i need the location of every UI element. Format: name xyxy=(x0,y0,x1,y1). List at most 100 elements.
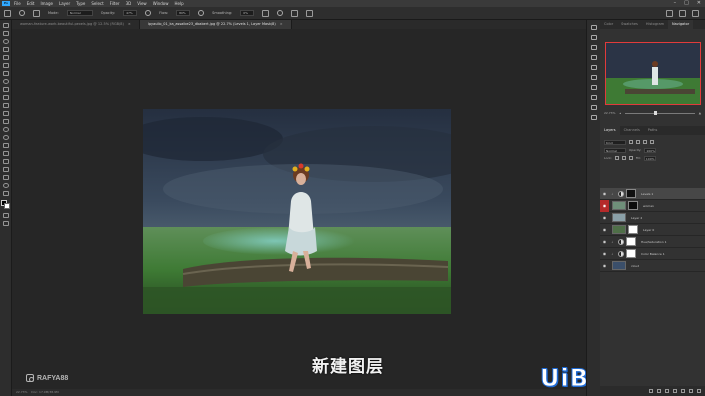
layer-mask-thumb[interactable] xyxy=(628,225,638,234)
layer-name[interactable]: Layer 2 xyxy=(631,216,642,220)
layer-thumb[interactable] xyxy=(612,213,626,222)
layer-mask-thumb[interactable] xyxy=(626,249,636,258)
link-layers-icon[interactable] xyxy=(649,389,653,393)
minimize-icon[interactable]: – xyxy=(674,0,677,6)
zoom-tool-icon[interactable] xyxy=(2,183,9,188)
menu-window[interactable]: Window xyxy=(153,1,169,6)
tab-paths[interactable]: Paths xyxy=(644,126,662,135)
visibility-eye-icon[interactable]: ◉ xyxy=(600,215,609,220)
kind-filter[interactable]: Kind xyxy=(604,139,626,145)
close-tab-icon[interactable]: × xyxy=(280,22,283,26)
airbrush-icon[interactable] xyxy=(198,10,205,16)
quick-select-tool-icon[interactable] xyxy=(2,47,9,52)
lasso-tool-icon[interactable] xyxy=(2,39,9,44)
shape-tool-icon[interactable] xyxy=(2,167,9,172)
visibility-eye-icon[interactable]: ◉ xyxy=(600,239,609,244)
zoom-slider-knob[interactable] xyxy=(654,110,658,115)
menu-file[interactable]: File xyxy=(14,1,21,6)
mode-select[interactable]: Normal xyxy=(66,10,93,16)
layer-mask-thumb[interactable] xyxy=(626,189,636,198)
layer-name[interactable]: Layer 0 xyxy=(643,228,654,232)
layer-name[interactable]: Hue/Saturation 1 xyxy=(641,240,667,244)
add-mask-icon[interactable] xyxy=(665,389,669,393)
menu-type[interactable]: Type xyxy=(76,1,85,6)
layer-thumb[interactable] xyxy=(612,261,626,270)
history-brush-icon[interactable] xyxy=(2,103,9,108)
history-icon[interactable] xyxy=(590,25,597,30)
menu-view[interactable]: View xyxy=(137,1,147,6)
zoom-out-icon[interactable]: ▴ xyxy=(619,111,621,115)
layer-row[interactable]: ◉ ↓ Hue/Saturation 1 xyxy=(600,236,705,248)
blur-tool-icon[interactable] xyxy=(2,127,9,132)
pressure-opacity-icon[interactable] xyxy=(145,10,152,16)
close-tab-icon[interactable]: × xyxy=(128,22,131,26)
more-tools-icon[interactable] xyxy=(2,191,9,196)
delete-layer-icon[interactable] xyxy=(697,389,701,393)
move-tool-icon[interactable] xyxy=(2,23,9,28)
marquee-tool-icon[interactable] xyxy=(2,31,9,36)
menu-3d[interactable]: 3D xyxy=(126,1,132,6)
properties-icon[interactable] xyxy=(590,35,597,40)
workspace-icon[interactable] xyxy=(679,10,686,17)
dodge-tool-icon[interactable] xyxy=(2,135,9,140)
lock-position-icon[interactable] xyxy=(621,156,626,160)
visibility-eye-icon[interactable]: ◉ xyxy=(600,191,609,196)
layer-row[interactable]: ◉ ↓ Levels 1 xyxy=(600,188,705,200)
background-color[interactable] xyxy=(3,203,10,209)
color-swatches[interactable] xyxy=(0,200,11,210)
layer-name[interactable]: Levels 1 xyxy=(641,192,653,196)
eyedropper-tool-icon[interactable] xyxy=(2,71,9,76)
layer-row[interactable]: ◉ ↓ Color Balance 1 xyxy=(600,248,705,260)
search-icon[interactable] xyxy=(666,10,673,17)
paragraph-icon[interactable] xyxy=(590,65,597,70)
healing-tool-icon[interactable] xyxy=(2,79,9,84)
fill-field[interactable]: 100% xyxy=(643,155,656,161)
actions-icon[interactable] xyxy=(590,95,597,100)
blend-mode-select[interactable]: Normal xyxy=(604,147,626,153)
layer-name[interactable]: Color Balance 1 xyxy=(641,252,665,256)
menu-edit[interactable]: Edit xyxy=(27,1,35,6)
tab-channels[interactable]: Channels xyxy=(620,126,644,135)
document-image[interactable] xyxy=(143,109,451,314)
path-select-tool-icon[interactable] xyxy=(2,159,9,164)
crop-tool-icon[interactable] xyxy=(2,55,9,60)
tab-swatches[interactable]: Swatches xyxy=(617,20,642,29)
new-adjustment-icon[interactable] xyxy=(673,389,677,393)
zoom-slider[interactable] xyxy=(624,110,695,115)
hand-tool-icon[interactable] xyxy=(2,175,9,180)
zoom-readout[interactable]: 22.73% xyxy=(16,390,27,394)
layer-mask-thumb[interactable] xyxy=(628,201,638,210)
tab-document-1[interactable]: woman-feature-work-beautiful-pexels.jpg … xyxy=(12,20,140,29)
layer-row[interactable]: ◉ Layer 0 xyxy=(600,224,705,236)
lock-pixels-icon[interactable] xyxy=(614,156,619,160)
layer-thumb[interactable] xyxy=(612,225,626,234)
menu-help[interactable]: Help xyxy=(174,1,183,6)
brush-settings-icon[interactable] xyxy=(33,9,40,17)
visibility-eye-icon[interactable]: ◉ xyxy=(600,263,609,268)
layer-name[interactable]: woman xyxy=(643,204,654,208)
layer-thumb[interactable] xyxy=(612,201,626,210)
flow-field[interactable]: 80% xyxy=(176,10,191,16)
tab-navigator[interactable]: Navigator xyxy=(668,20,694,29)
styles-icon[interactable] xyxy=(590,115,597,120)
menu-select[interactable]: Select xyxy=(91,1,103,6)
navigator-thumbnail[interactable] xyxy=(605,42,701,105)
menu-layer[interactable]: Layer xyxy=(59,1,70,6)
layer-opacity-field[interactable]: 100% xyxy=(644,147,657,153)
smoothing-field[interactable]: 0% xyxy=(240,10,255,16)
visibility-eye-icon[interactable]: ◉ xyxy=(600,199,609,212)
libraries-icon[interactable] xyxy=(590,55,597,60)
layer-style-icon[interactable] xyxy=(657,389,661,393)
smoothing-options-icon[interactable] xyxy=(262,9,270,17)
screen-mode-icon[interactable] xyxy=(2,221,9,226)
close-icon[interactable]: ✕ xyxy=(697,0,701,6)
layer-name[interactable]: cloud xyxy=(631,264,639,268)
tab-color[interactable]: Color xyxy=(600,20,617,29)
layer-mask-thumb[interactable] xyxy=(626,237,636,246)
visibility-eye-icon[interactable]: ◉ xyxy=(600,227,609,232)
filter-type-icon[interactable] xyxy=(643,140,647,144)
maximize-icon[interactable]: □ xyxy=(684,0,689,6)
pressure-size-icon[interactable] xyxy=(291,9,299,17)
angle-icon[interactable] xyxy=(277,10,284,16)
eraser-tool-icon[interactable] xyxy=(2,111,9,116)
